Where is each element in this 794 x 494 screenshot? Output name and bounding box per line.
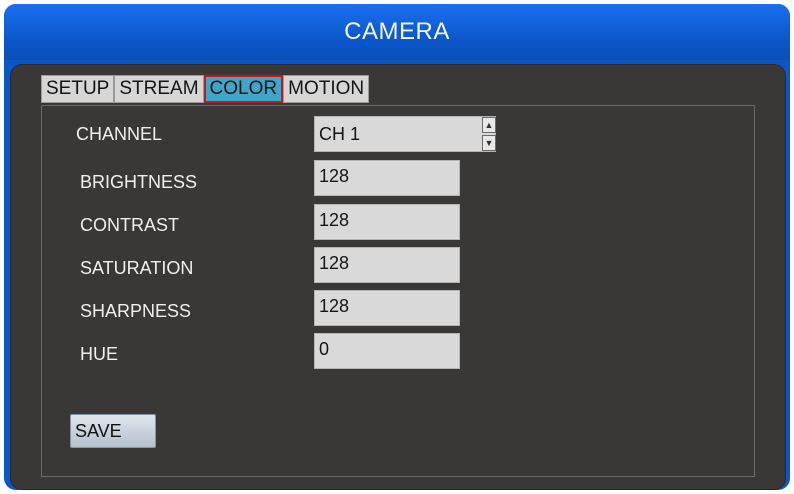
saturation-label: SATURATION	[80, 258, 194, 278]
channel-select[interactable]: CH 1	[314, 116, 496, 152]
hue-field[interactable]: 0	[314, 333, 460, 369]
channel-spinner[interactable]: ▲ ▼	[482, 117, 496, 151]
tab-bar: SETUP STREAM COLOR MOTION	[41, 75, 370, 103]
sharpness-label: SHARPNESS	[80, 301, 192, 321]
spin-down-icon[interactable]: ▼	[482, 135, 496, 151]
brightness-field[interactable]: 128	[314, 160, 460, 196]
channel-label: CHANNEL	[76, 124, 163, 144]
saturation-field[interactable]: 128	[314, 247, 460, 283]
contrast-field[interactable]: 128	[314, 204, 460, 240]
window-title-bar: CAMERA	[4, 4, 790, 60]
tab-motion[interactable]: MOTION	[283, 75, 370, 103]
tab-stream[interactable]: STREAM	[114, 75, 204, 103]
contrast-label: CONTRAST	[80, 215, 179, 235]
tab-setup[interactable]: SETUP	[41, 75, 115, 103]
window-title: CAMERA	[344, 18, 450, 45]
tab-color[interactable]: COLOR	[203, 75, 284, 103]
brightness-label: BRIGHTNESS	[80, 172, 198, 192]
sharpness-field[interactable]: 128	[314, 290, 460, 326]
hue-label: HUE	[80, 344, 119, 364]
spin-up-icon[interactable]: ▲	[482, 117, 496, 133]
save-button[interactable]: SAVE	[70, 414, 156, 448]
